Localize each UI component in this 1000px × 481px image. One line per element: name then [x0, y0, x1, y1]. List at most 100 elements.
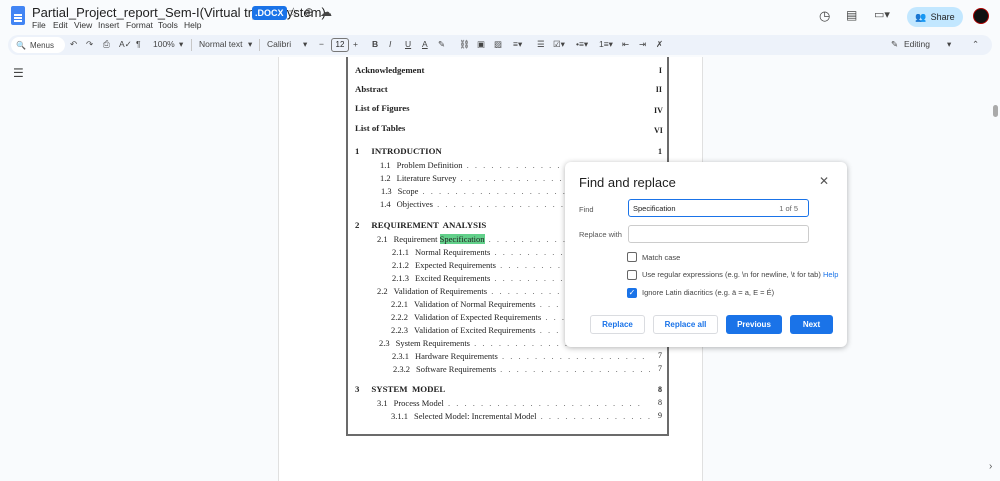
toc-number: 2	[355, 220, 360, 230]
regex-checkbox[interactable]	[627, 270, 637, 280]
version-history-icon[interactable]: ◷	[819, 8, 830, 24]
toc-number: 1.1	[380, 160, 391, 170]
toc-page-number: 7	[658, 364, 662, 373]
toc-number: 3.1.1	[391, 411, 408, 421]
toc-entry[interactable]: List of Tables	[355, 123, 405, 133]
redo-icon[interactable]: ↷	[86, 39, 93, 50]
divider	[259, 39, 260, 51]
numbered-list-icon[interactable]: 1≡▾	[599, 39, 613, 50]
menu-edit[interactable]: Edit	[53, 20, 68, 30]
toc-number: 1.3	[381, 186, 392, 196]
toc-entry[interactable]: 3.1 Process Model . . . . . . . . . . . .…	[377, 398, 650, 408]
help-link[interactable]: Help	[823, 270, 838, 279]
editing-mode-select[interactable]: Editing	[904, 39, 930, 49]
toc-entry[interactable]: 2.3.1 Hardware Requirements . . . . . . .…	[392, 351, 650, 361]
toc-number: 1.2	[380, 173, 391, 183]
bold-icon[interactable]: B	[372, 39, 378, 49]
style-select[interactable]: Normal text	[199, 39, 242, 49]
toc-number: 3	[355, 384, 360, 394]
search-icon: 🔍	[16, 40, 26, 50]
toc-entry[interactable]: 1 INTRODUCTION	[355, 146, 442, 156]
comment-icon[interactable]: ▣	[477, 39, 485, 50]
comments-icon[interactable]: ▤	[846, 8, 857, 22]
replace-all-button[interactable]: Replace all	[653, 315, 718, 334]
close-icon[interactable]: ✕	[819, 174, 829, 188]
share-button[interactable]: 👥 Share	[907, 7, 963, 27]
find-label: Find	[579, 205, 594, 214]
replace-button[interactable]: Replace	[590, 315, 645, 334]
image-icon[interactable]: ▨	[494, 39, 502, 50]
toc-entry[interactable]: 3.1.1 Selected Model: Incremental Model .…	[391, 411, 650, 421]
scrollbar-thumb[interactable]	[993, 105, 998, 117]
explore-icon[interactable]: ›	[989, 461, 992, 472]
toc-entry[interactable]: 3 SYSTEM MODEL	[355, 384, 445, 394]
italic-icon[interactable]: I	[389, 39, 391, 49]
toc-number: 2.2.3	[391, 325, 408, 335]
highlight-icon[interactable]: ✎	[438, 39, 445, 50]
move-icon[interactable]: ⊕	[304, 5, 314, 19]
outline-icon[interactable]: ☰	[13, 66, 24, 80]
search-menus[interactable]: 🔍 Menus	[11, 37, 65, 53]
diacritics-checkbox[interactable]: ✓	[627, 288, 637, 298]
menu-tools[interactable]: Tools	[158, 20, 178, 30]
undo-icon[interactable]: ↶	[70, 39, 77, 50]
spellcheck-icon[interactable]: A✓	[119, 39, 132, 50]
cloud-saved-icon[interactable]: ☁	[320, 5, 332, 19]
toc-entry[interactable]: Acknowledgement	[355, 65, 424, 75]
toc-label: Acknowledgement	[355, 65, 425, 75]
font-size-input[interactable]: 12	[331, 38, 349, 52]
text-color-icon[interactable]: A	[422, 39, 428, 49]
menu-help[interactable]: Help	[184, 20, 201, 30]
align-icon[interactable]: ≡▾	[513, 39, 522, 50]
toc-label: REQUIREMENT ANALYSIS	[371, 220, 487, 230]
match-case-checkbox[interactable]	[627, 252, 637, 262]
toc-number: 1	[355, 146, 360, 156]
previous-button[interactable]: Previous	[726, 315, 782, 334]
toc-label: Software Requirements	[416, 364, 497, 374]
increase-font-icon[interactable]: +	[353, 39, 358, 49]
decrease-font-icon[interactable]: −	[319, 39, 324, 49]
font-select[interactable]: Calibri	[267, 39, 291, 49]
toc-number: 2.2.1	[391, 299, 408, 309]
print-icon[interactable]: ⎙	[103, 39, 110, 50]
toc-number: 2.1.3	[392, 273, 409, 283]
toc-label: Validation of Normal Requirements	[414, 299, 536, 309]
find-input[interactable]: Specification 1 of 5	[628, 199, 809, 217]
menu-format[interactable]: Format	[126, 20, 153, 30]
clear-formatting-icon[interactable]: ✗	[656, 39, 663, 50]
chevron-down-icon: ▾	[248, 39, 253, 49]
next-button[interactable]: Next	[790, 315, 833, 334]
toc-entry[interactable]: 2.3.2 Software Requirements . . . . . . .…	[393, 364, 650, 374]
zoom-select[interactable]: 100%	[153, 39, 175, 49]
collapse-toolbar-icon[interactable]: ⌃	[972, 39, 979, 50]
increase-indent-icon[interactable]: ⇥	[639, 39, 646, 50]
search-highlight: Specification	[439, 234, 485, 244]
underline-icon[interactable]: U	[405, 39, 411, 49]
decrease-indent-icon[interactable]: ⇤	[622, 39, 629, 50]
meet-icon[interactable]: ▭▾	[874, 8, 890, 21]
find-value: Specification	[633, 204, 676, 213]
menu-insert[interactable]: Insert	[98, 20, 119, 30]
bulleted-list-icon[interactable]: •≡▾	[576, 39, 588, 50]
menu-file[interactable]: File	[32, 20, 46, 30]
leader-dots: . . . . . . . . . . . . . . . . . . . . …	[540, 411, 650, 421]
menu-view[interactable]: View	[74, 20, 92, 30]
leader-dots: . . . . . . . . . . . . . . . . . . . . …	[500, 364, 650, 374]
toc-page-number: 9	[658, 411, 662, 420]
replace-input[interactable]	[628, 225, 809, 243]
chevron-down-icon[interactable]: ▾	[947, 39, 951, 50]
docs-logo-icon[interactable]	[11, 6, 25, 25]
toc-entry[interactable]: Abstract	[355, 84, 388, 94]
link-icon[interactable]: ⛓	[459, 39, 470, 50]
people-icon: 👥	[915, 11, 927, 22]
checklist-icon[interactable]: ☑▾	[553, 39, 565, 50]
toc-label: Problem Definition	[396, 160, 463, 170]
toc-entry[interactable]: 2 REQUIREMENT ANALYSIS	[355, 220, 486, 230]
toc-label: Literature Survey	[396, 173, 457, 183]
line-spacing-icon[interactable]: ☰	[537, 39, 545, 50]
avatar[interactable]	[973, 8, 989, 24]
toc-entry[interactable]: List of Figures	[355, 103, 410, 113]
star-icon[interactable]: ☆	[288, 5, 299, 19]
replace-label: Replace with	[579, 230, 622, 239]
paint-format-icon[interactable]: ¶	[136, 39, 141, 49]
